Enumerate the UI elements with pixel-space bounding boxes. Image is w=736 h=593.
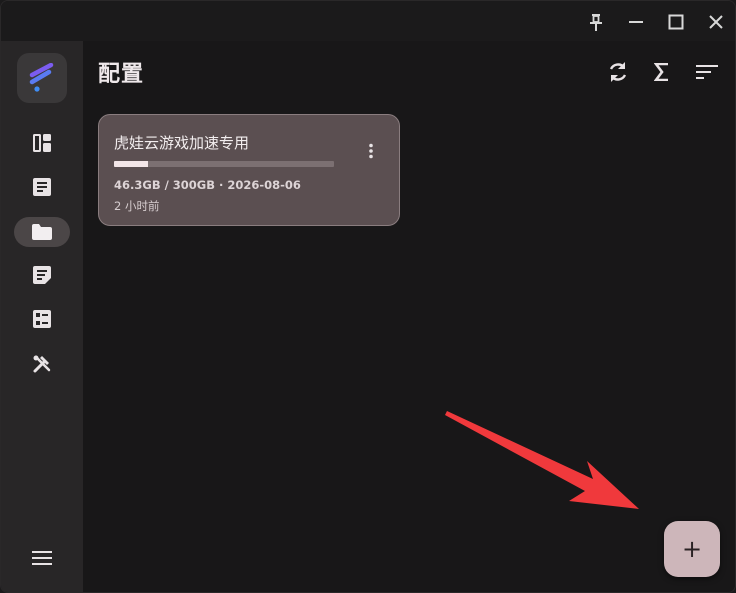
sidebar-item-notes[interactable] <box>14 260 70 290</box>
usage-progress-bar <box>114 161 334 167</box>
usage-progress-fill <box>114 161 148 167</box>
sidebar-item-tools[interactable] <box>14 349 70 379</box>
sidebar-item-profiles[interactable] <box>14 217 70 247</box>
sort-icon[interactable] <box>693 58 721 86</box>
list-icon <box>33 310 51 328</box>
maximize-icon[interactable] <box>663 9 689 35</box>
hamburger-icon[interactable] <box>14 543 70 573</box>
tools-icon <box>32 354 52 374</box>
sidebar <box>1 41 83 592</box>
notes-icon <box>33 266 51 284</box>
profile-card[interactable]: 虎娃云游戏加速专用 46.3GB / 300GB · 2026-08-06 2 … <box>98 114 400 226</box>
dashboard-icon <box>33 134 51 152</box>
page-title: 配置 <box>98 62 145 87</box>
minimize-icon[interactable] <box>623 9 649 35</box>
main-content: 配置 虎娃云游戏加速专用 46.3GB / 300GB · 2026-08-06… <box>83 41 735 592</box>
pin-icon[interactable] <box>583 9 609 35</box>
add-label: + <box>681 535 703 563</box>
updated-time: 2 小时前 <box>114 199 160 213</box>
sidebar-item-document[interactable] <box>14 172 70 202</box>
sigma-icon[interactable] <box>648 58 676 86</box>
annotation-arrow <box>445 411 639 509</box>
title-bar <box>1 1 735 41</box>
add-profile-button[interactable]: + <box>664 521 720 577</box>
app-logo <box>17 53 67 103</box>
close-icon[interactable] <box>703 9 729 35</box>
refresh-icon[interactable] <box>604 58 632 86</box>
app-window: 配置 虎娃云游戏加速专用 46.3GB / 300GB · 2026-08-06… <box>0 0 736 593</box>
document-icon <box>33 178 51 196</box>
folder-icon <box>31 223 53 241</box>
sidebar-item-dashboard[interactable] <box>14 128 70 158</box>
profile-name: 虎娃云游戏加速专用 <box>114 134 250 152</box>
usage-meta: 46.3GB / 300GB · 2026-08-06 <box>114 178 301 192</box>
more-vert-icon[interactable] <box>363 141 379 161</box>
sidebar-item-list[interactable] <box>14 304 70 334</box>
